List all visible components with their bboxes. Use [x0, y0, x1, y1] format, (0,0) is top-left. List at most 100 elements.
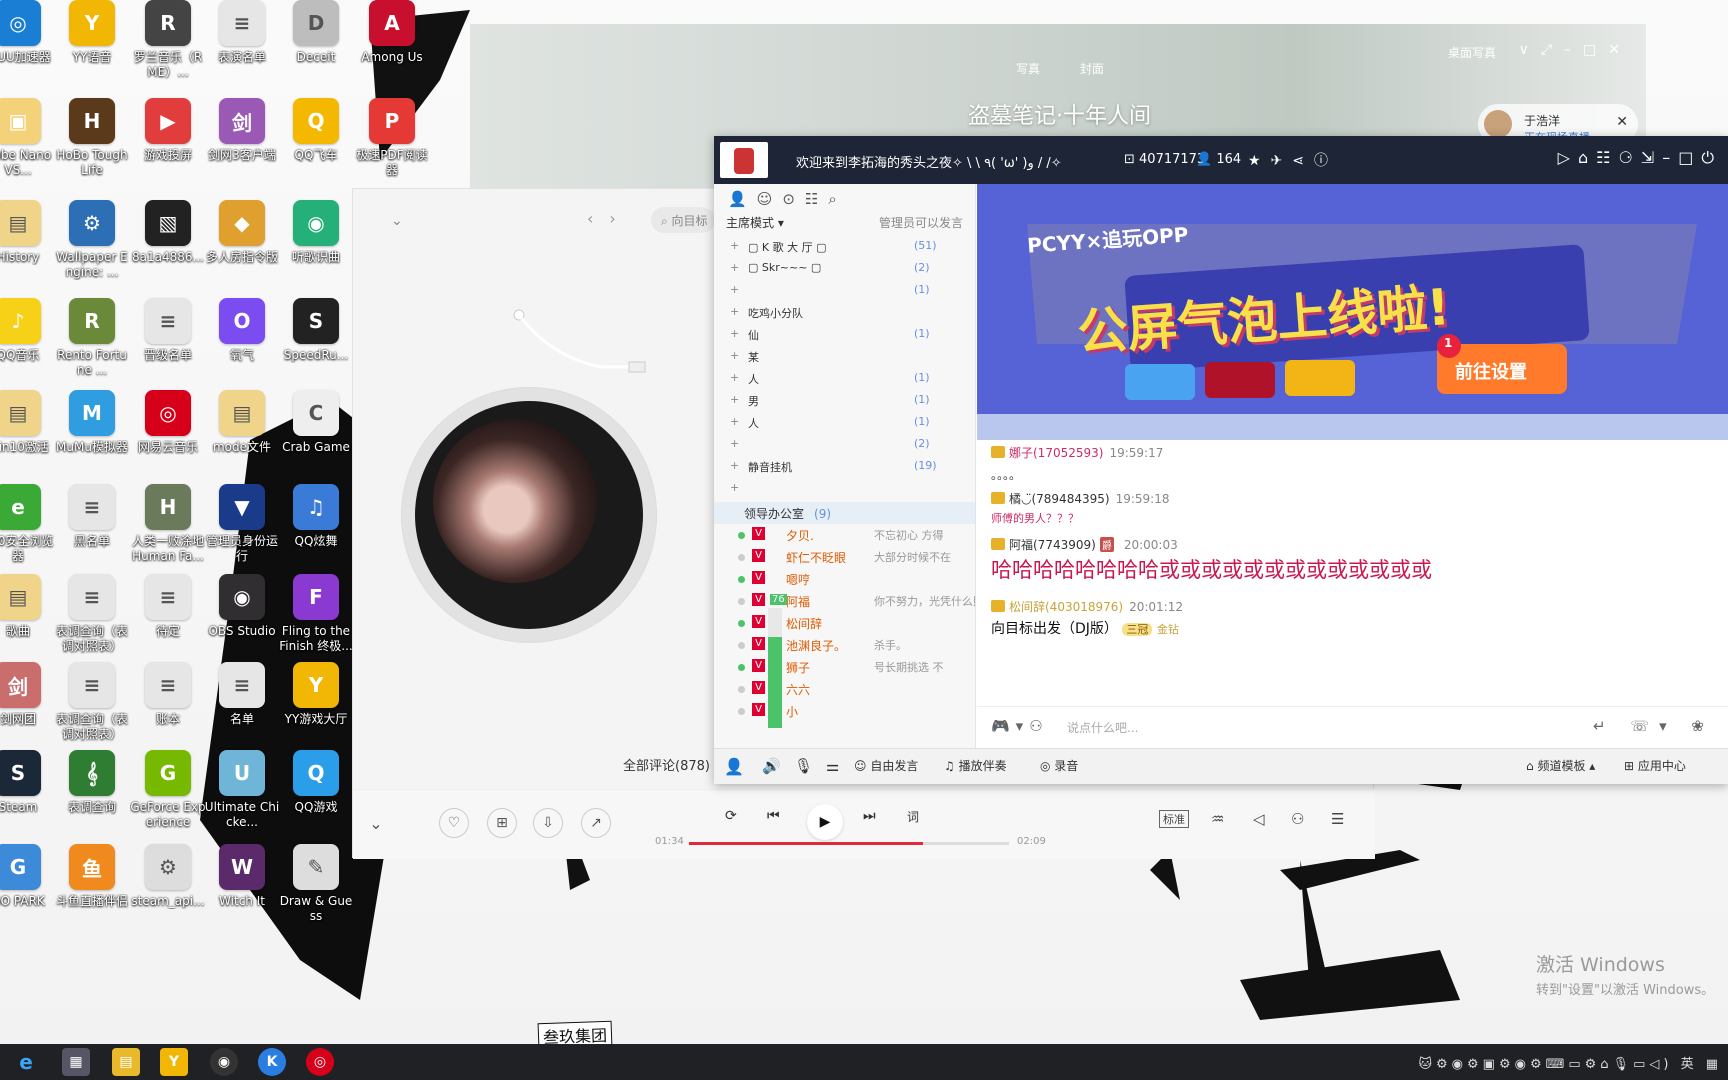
- channel-row[interactable]: + 男 (1): [714, 390, 975, 412]
- expand-icon[interactable]: +: [730, 327, 739, 340]
- desktop-icon[interactable]: W Witch It: [206, 840, 278, 938]
- expand-icon[interactable]: +: [730, 393, 739, 406]
- desktop-icon[interactable]: 鱼斗鱼直播伴侣: [56, 840, 128, 938]
- desktop-icon[interactable]: A Among Us: [356, 0, 428, 94]
- desktop-icon[interactable]: ≡ 晋级名单: [132, 294, 204, 392]
- desktop-icon[interactable]: Q QQ游戏: [280, 746, 352, 844]
- desktop-icon[interactable]: ✎ Draw & Guess: [280, 840, 352, 938]
- mixer-icon[interactable]: ⚌: [826, 757, 839, 775]
- task-view-icon[interactable]: ▦: [62, 1048, 90, 1076]
- chat-input[interactable]: 说点什么吧...: [1067, 719, 1138, 736]
- tab-photo[interactable]: 写真: [1016, 62, 1040, 76]
- desktop-icon[interactable]: ◎ 易UU加速器: [0, 0, 54, 94]
- desktop-icon[interactable]: ≡ 黑名单: [56, 480, 128, 578]
- yy-taskbar-icon[interactable]: Y: [160, 1048, 188, 1076]
- user-row[interactable]: V 松间辞: [714, 612, 975, 634]
- desktop-icon[interactable]: ♪ QQ音乐: [0, 294, 54, 392]
- desktop-icon[interactable]: 剑剑网团: [0, 658, 54, 756]
- effects-icon[interactable]: ♒: [1211, 810, 1224, 828]
- user-row[interactable]: V 阿福 你不努力，光凭什么照: [714, 590, 975, 612]
- desktop-icon[interactable]: ≡ 表调查询（表调对照表）: [56, 658, 128, 756]
- channel-row[interactable]: + 吃鸡小分队: [714, 302, 975, 324]
- channel-row[interactable]: + 某: [714, 346, 975, 368]
- chevron-down-icon[interactable]: ⌄: [391, 213, 403, 229]
- desktop-icon[interactable]: ▼ 管理员身份运行: [206, 480, 278, 578]
- desktop-icon[interactable]: S SpeedRu...: [280, 294, 352, 392]
- desktop-icon[interactable]: R 罗兰音乐（RME）...: [132, 0, 204, 94]
- desktop-icon[interactable]: ▤ 歌曲: [0, 570, 54, 668]
- desktop-icon[interactable]: P 极速PDF阅读器: [356, 94, 428, 192]
- channel-row[interactable]: + 人 (1): [714, 412, 975, 434]
- accompany-button[interactable]: ♫ 播放伴奏: [944, 757, 1007, 774]
- user-row[interactable]: V 狮子 号长期挑选 不: [714, 656, 975, 678]
- window-controls[interactable]: ▷⌂☷⚆⇲–□⏻: [1558, 148, 1722, 168]
- user-row[interactable]: V 虾仁不眨眼 大部分时候不在: [714, 546, 975, 568]
- download-icon[interactable]: ⇩: [533, 808, 563, 838]
- desktop-icon[interactable]: ▧ 8a1a4886...: [132, 196, 204, 294]
- expand-icon[interactable]: +: [730, 283, 739, 296]
- desktop-icon[interactable]: U Ultimate Chicke...: [205, 746, 279, 844]
- panel-toolbar[interactable]: 👤☺⊙☷⌕: [714, 184, 975, 214]
- avatar-icon[interactable]: 👤: [724, 757, 744, 776]
- mic-volume-meter[interactable]: [768, 608, 782, 728]
- channel-row[interactable]: +: [714, 478, 975, 500]
- free-speak-button[interactable]: ☺ 自由发言: [854, 757, 918, 774]
- desktop-icon[interactable]: ▣ Cube Nano VS...: [0, 94, 54, 192]
- app-center-button[interactable]: ⊞ 应用中心: [1624, 757, 1686, 774]
- expand-icon[interactable]: +: [730, 481, 739, 494]
- desktop-icon[interactable]: ⚙ steam_api...: [131, 840, 205, 938]
- desktop-icon[interactable]: H 人类一败涂地 Human Fa...: [132, 480, 204, 578]
- banner-cta-button[interactable]: 前往设置: [1455, 358, 1527, 384]
- comments-link[interactable]: 全部评论(878): [623, 755, 710, 774]
- desktop-icon[interactable]: 𝄞 表调查询: [56, 746, 128, 844]
- channel-row[interactable]: + 人 (1): [714, 368, 975, 390]
- section-leader-office[interactable]: 领导办公室 (9): [714, 502, 975, 524]
- desktop-icon[interactable]: ♫ QQ炫舞: [280, 480, 352, 578]
- user-row[interactable]: V 夕贝. 不忘初心 方得: [714, 524, 975, 546]
- heart-icon[interactable]: ♡: [439, 808, 469, 838]
- desktop-icon[interactable]: ◆ 多人房指令版: [206, 196, 278, 294]
- expand-icon[interactable]: +: [730, 437, 739, 450]
- collapse-icon[interactable]: ⌄: [361, 808, 391, 838]
- volume-icon[interactable]: ◁: [1253, 810, 1265, 828]
- desktop-icon[interactable]: ◉ OBS Studio: [206, 570, 278, 668]
- repeat-icon[interactable]: ⟳: [725, 808, 737, 824]
- channel-row[interactable]: + 仙 (1): [714, 324, 975, 346]
- desktop-icon[interactable]: ◉ 听歌识曲: [280, 196, 352, 294]
- playlist-icon[interactable]: ☰: [1331, 810, 1344, 828]
- user-row[interactable]: V 池渊良子。 杀手。: [714, 634, 975, 656]
- desktop-icon[interactable]: ≡ 待定: [132, 570, 204, 668]
- promo-banner[interactable]: PCYY×追玩OPP 公屏气泡上线啦! 前往设置 1: [977, 184, 1728, 440]
- channel-row[interactable]: + 静音挂机 (19): [714, 456, 975, 478]
- desktop-icon[interactable]: ◎ 网易云音乐: [132, 386, 204, 484]
- desktop-icon[interactable]: Q QQ飞车: [280, 94, 352, 192]
- close-icon[interactable]: ✕: [1616, 114, 1628, 130]
- lyrics-button[interactable]: 词: [907, 808, 919, 825]
- expand-icon[interactable]: +: [730, 459, 739, 472]
- channel-row[interactable]: + ▢ K 歌 大 厅 ▢ (51): [714, 236, 975, 258]
- desktop-icon[interactable]: G GeForce Experience: [130, 746, 206, 844]
- desktop-icon[interactable]: ≡ 账本: [132, 658, 204, 756]
- user-row[interactable]: V 六六: [714, 678, 975, 700]
- user-row[interactable]: V小: [714, 700, 975, 722]
- play-button[interactable]: ▶: [807, 804, 843, 840]
- add-icon[interactable]: ⊞: [487, 808, 517, 838]
- desktop-icon[interactable]: Y YY游戏大厅: [280, 658, 352, 756]
- search-input[interactable]: ⌕ 向目标: [651, 207, 715, 233]
- share-icon[interactable]: ↗: [581, 808, 611, 838]
- desktop-icon[interactable]: R Rento Fortune ...: [56, 294, 128, 392]
- desktop-icon[interactable]: ▤ Win10激活: [0, 386, 54, 484]
- desktop-icon[interactable]: M MuMu模拟器: [56, 386, 128, 484]
- desktop-icon[interactable]: ▤ History: [0, 196, 54, 294]
- desktop-icon[interactable]: H HoBo Tough Life: [56, 94, 128, 192]
- expand-icon[interactable]: +: [730, 305, 739, 318]
- desktop-icon[interactable]: D Deceit: [280, 0, 352, 94]
- next-icon[interactable]: ⏭: [863, 808, 876, 824]
- file-explorer-icon[interactable]: ▤: [112, 1048, 140, 1076]
- desktop-icon[interactable]: ≡ 名单: [206, 658, 278, 756]
- desktop-icon[interactable]: F Fling to the Finish 终极...: [279, 570, 353, 668]
- desktop-icon[interactable]: O 氧气: [206, 294, 278, 392]
- desktop-icon[interactable]: G GO PARK: [0, 840, 54, 938]
- channel-row[interactable]: + (2): [714, 434, 975, 456]
- desktop-icon[interactable]: C Crab Game: [280, 386, 352, 484]
